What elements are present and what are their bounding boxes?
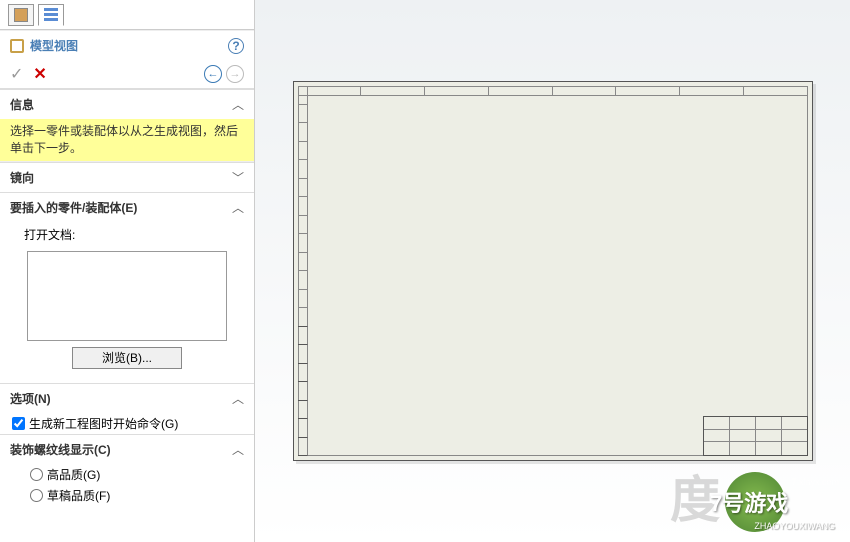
section-mirror: 镜向 ﹀ (0, 162, 254, 192)
section-thread: 装饰螺纹线显示(C) ︿ 高品质(G) 草稿品质(F) (0, 434, 254, 506)
draft-quality-radio[interactable] (30, 489, 43, 502)
chevron-up-icon: ︿ (232, 96, 244, 113)
draft-quality-row: 草稿品质(F) (0, 485, 254, 506)
nav-arrows: ← → (204, 65, 244, 83)
ruler-vertical (298, 86, 308, 456)
action-row: ✓ ✕ ← → (0, 60, 254, 89)
drawing-canvas[interactable] (255, 0, 850, 542)
open-documents-list[interactable] (27, 251, 227, 341)
start-command-label: 生成新工程图时开始命令(G) (29, 415, 178, 432)
panel-header: 模型视图 ? (0, 30, 254, 60)
section-info-label: 信息 (10, 96, 34, 113)
model-view-icon (10, 39, 24, 53)
high-quality-row: 高品质(G) (0, 464, 254, 485)
tab-feature-tree[interactable] (8, 4, 34, 26)
ruler-horizontal (298, 86, 808, 96)
help-icon[interactable]: ? (228, 38, 244, 54)
chevron-down-icon: ﹀ (232, 169, 244, 186)
section-insert-label: 要插入的零件/装配体(E) (10, 199, 137, 216)
panel-title: 模型视图 (30, 37, 78, 54)
start-command-row: 生成新工程图时开始命令(G) (0, 413, 254, 434)
browse-button[interactable]: 浏览(B)... (72, 347, 182, 369)
section-insert-header[interactable]: 要插入的零件/装配体(E) ︿ (0, 193, 254, 222)
section-thread-header[interactable]: 装饰螺纹线显示(C) ︿ (0, 435, 254, 464)
open-docs-label: 打开文档: (10, 222, 244, 247)
high-quality-label: 高品质(G) (47, 466, 100, 483)
section-options-header[interactable]: 选项(N) ︿ (0, 384, 254, 413)
section-info: 信息 ︿ 选择一零件或装配体以从之生成视图，然后单击下一步。 (0, 89, 254, 162)
chevron-up-icon: ︿ (232, 390, 244, 407)
ok-icon[interactable]: ✓ (10, 64, 23, 84)
draft-quality-label: 草稿品质(F) (47, 487, 110, 504)
start-command-checkbox[interactable] (12, 417, 25, 430)
cancel-icon[interactable]: ✕ (33, 64, 46, 84)
section-mirror-header[interactable]: 镜向 ﹀ (0, 163, 254, 192)
chevron-up-icon: ︿ (232, 441, 244, 458)
chevron-up-icon: ︿ (232, 199, 244, 216)
info-highlight-text: 选择一零件或装配体以从之生成视图，然后单击下一步。 (0, 119, 254, 162)
prev-arrow-icon[interactable]: ← (204, 65, 222, 83)
tab-list-icon (44, 8, 58, 22)
drawing-sheet (293, 81, 813, 461)
sheet-inner-border (298, 86, 808, 456)
section-options: 选项(N) ︿ 生成新工程图时开始命令(G) (0, 383, 254, 434)
watermark-background: 度 (670, 460, 720, 532)
tab-property-manager[interactable] (38, 4, 64, 26)
next-arrow-icon: → (226, 65, 244, 83)
section-insert: 要插入的零件/装配体(E) ︿ 打开文档: 浏览(B)... (0, 192, 254, 383)
sidebar-tab-strip (0, 0, 254, 30)
high-quality-radio[interactable] (30, 468, 43, 481)
section-options-label: 选项(N) (10, 390, 51, 407)
property-manager-sidebar: 模型视图 ? ✓ ✕ ← → 信息 ︿ 选择一零件或装配体以从之生成视图，然后单… (0, 0, 255, 542)
section-mirror-label: 镜向 (10, 169, 34, 186)
section-insert-body: 打开文档: 浏览(B)... (0, 222, 254, 383)
tab-feature-icon (14, 8, 28, 22)
title-block (703, 416, 808, 456)
section-info-header[interactable]: 信息 ︿ (0, 90, 254, 119)
section-thread-label: 装饰螺纹线显示(C) (10, 441, 111, 458)
